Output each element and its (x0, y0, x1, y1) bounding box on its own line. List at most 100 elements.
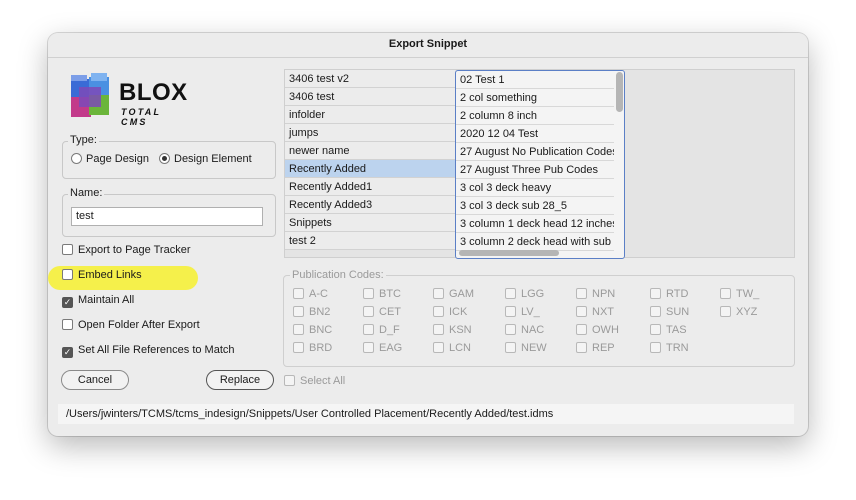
publication-code-checkbox[interactable]: CET (363, 306, 401, 318)
publication-code-label: CET (379, 306, 401, 318)
checkbox-label: Set All File References to Match (78, 344, 235, 356)
replace-button[interactable]: Replace (206, 370, 274, 390)
publication-code-label: NXT (592, 306, 614, 318)
publication-code-checkbox[interactable]: GAM (433, 288, 474, 300)
radio-design-element[interactable]: Design Element (159, 153, 252, 165)
checkbox-label: Embed Links (78, 269, 142, 281)
publication-code-checkbox[interactable]: NAC (505, 324, 544, 336)
folder-item[interactable]: jumps (285, 124, 455, 142)
publication-code-checkbox[interactable]: D_F (363, 324, 400, 336)
publication-code-label: LCN (449, 342, 472, 354)
publication-code-checkbox[interactable]: REP (576, 342, 615, 354)
folder-item[interactable]: newer name (285, 142, 455, 160)
folder-item[interactable]: Recently Added1 (285, 178, 455, 196)
publication-code-checkbox[interactable]: BRD (293, 342, 332, 354)
folder-item[interactable]: Snippets (285, 214, 455, 232)
checkbox-icon (363, 288, 374, 299)
checkbox-label: Export to Page Tracker (78, 244, 191, 256)
publication-code-checkbox[interactable]: BNC (293, 324, 332, 336)
name-legend: Name: (68, 187, 105, 199)
snippet-item[interactable]: 2 column 8 inch (456, 107, 614, 125)
publication-code-checkbox[interactable]: KSN (433, 324, 472, 336)
snippet-list[interactable]: 02 Test 1 2 col something 2 column 8 inc… (455, 70, 625, 259)
checkbox-maintain-all[interactable]: ✓ Maintain All (62, 294, 134, 308)
checkmark-icon: ✓ (62, 297, 73, 308)
checkbox-icon (576, 288, 587, 299)
folder-item[interactable]: 3406 test v2 (285, 70, 455, 88)
logo-subtitle: TOTAL CMS (121, 107, 161, 127)
snippet-item[interactable]: 02 Test 1 (456, 71, 614, 89)
radio-design-element-label: Design Element (174, 153, 252, 165)
checkbox-icon (433, 342, 444, 353)
checkbox-icon (505, 342, 516, 353)
publication-code-label: ICK (449, 306, 468, 318)
snippet-item[interactable]: 3 column 1 deck head 12 inches (456, 215, 614, 233)
radio-page-design-label: Page Design (86, 153, 149, 165)
blox-cube-icon (71, 73, 109, 117)
publication-code-checkbox[interactable]: XYZ (720, 306, 757, 318)
publication-code-label: BTC (379, 288, 401, 300)
name-field[interactable]: test (71, 207, 263, 226)
checkbox-icon (650, 342, 661, 353)
horizontal-scrollbar[interactable] (459, 250, 559, 256)
publication-code-checkbox[interactable]: ICK (433, 306, 467, 318)
checkbox-icon (293, 306, 304, 317)
select-all-checkbox[interactable]: Select All (284, 375, 345, 387)
checkbox-icon (433, 306, 444, 317)
snippet-item[interactable]: 3 col 3 deck heavy (456, 179, 614, 197)
vertical-scrollbar[interactable] (616, 72, 623, 112)
checkbox-label: Open Folder After Export (78, 319, 200, 331)
checkbox-icon (284, 375, 295, 386)
publication-code-checkbox[interactable]: LV_ (505, 306, 540, 318)
folder-list[interactable]: 3406 test v2 3406 test infolder jumps ne… (285, 70, 455, 250)
folder-item[interactable]: 3406 test (285, 88, 455, 106)
radio-page-design[interactable]: Page Design (71, 153, 149, 165)
publication-code-checkbox[interactable]: NXT (576, 306, 614, 318)
publication-code-checkbox[interactable]: RTD (650, 288, 688, 300)
publication-code-label: TRN (666, 342, 689, 354)
folder-item-selected[interactable]: Recently Added (285, 160, 455, 178)
blox-logo: BLOX TOTAL CMS (69, 73, 189, 127)
snippet-item[interactable]: 3 col 3 deck sub 28_5 (456, 197, 614, 215)
checkbox-embed-links[interactable]: Embed Links (62, 269, 142, 281)
publication-code-checkbox[interactable]: SUN (650, 306, 689, 318)
snippet-item[interactable]: 2 col something (456, 89, 614, 107)
checkbox-icon (363, 306, 374, 317)
publication-code-checkbox[interactable]: TW_ (720, 288, 759, 300)
snippet-item[interactable]: 2020 12 04 Test (456, 125, 614, 143)
publication-code-checkbox[interactable]: LCN (433, 342, 471, 354)
snippet-item[interactable]: 27 August Three Pub Codes (456, 161, 614, 179)
checkbox-set-all-file-references[interactable]: ✓ Set All File References to Match (62, 344, 235, 358)
publication-code-checkbox[interactable]: TRN (650, 342, 689, 354)
publication-codes-legend: Publication Codes: (290, 269, 386, 281)
checkbox-open-folder-after-export[interactable]: Open Folder After Export (62, 319, 200, 331)
publication-code-checkbox[interactable]: EAG (363, 342, 402, 354)
publication-code-label: LGG (521, 288, 545, 300)
cancel-button[interactable]: Cancel (61, 370, 129, 390)
publication-code-checkbox[interactable]: NEW (505, 342, 547, 354)
publication-code-checkbox[interactable]: A-C (293, 288, 328, 300)
folder-item[interactable]: Recently Added3 (285, 196, 455, 214)
snippet-item[interactable]: 3 column 2 deck head with sub (456, 233, 614, 251)
checkbox-icon (293, 324, 304, 335)
publication-code-checkbox[interactable]: TAS (650, 324, 687, 336)
checkbox-icon (62, 244, 73, 255)
folder-item[interactable]: test 2 (285, 232, 455, 250)
checkbox-export-to-page-tracker[interactable]: Export to Page Tracker (62, 244, 191, 256)
publication-code-checkbox[interactable]: BTC (363, 288, 401, 300)
snippet-item[interactable]: 27 August No Publication Codes (456, 143, 614, 161)
publication-code-checkbox[interactable]: NPN (576, 288, 615, 300)
export-path: /Users/jwinters/TCMS/tcms_indesign/Snipp… (58, 404, 794, 424)
type-legend: Type: (68, 134, 99, 146)
publication-code-checkbox[interactable]: BN2 (293, 306, 330, 318)
publication-code-checkbox[interactable]: LGG (505, 288, 544, 300)
folder-item[interactable]: infolder (285, 106, 455, 124)
publication-code-label: D_F (379, 324, 400, 336)
publication-code-label: NPN (592, 288, 616, 300)
publication-code-label: BRD (309, 342, 333, 354)
name-group: Name: test (62, 187, 276, 237)
checkbox-icon (363, 324, 374, 335)
publication-code-checkbox[interactable]: OWH (576, 324, 619, 336)
publication-code-label: KSN (449, 324, 472, 336)
publication-code-label: EAG (379, 342, 403, 354)
